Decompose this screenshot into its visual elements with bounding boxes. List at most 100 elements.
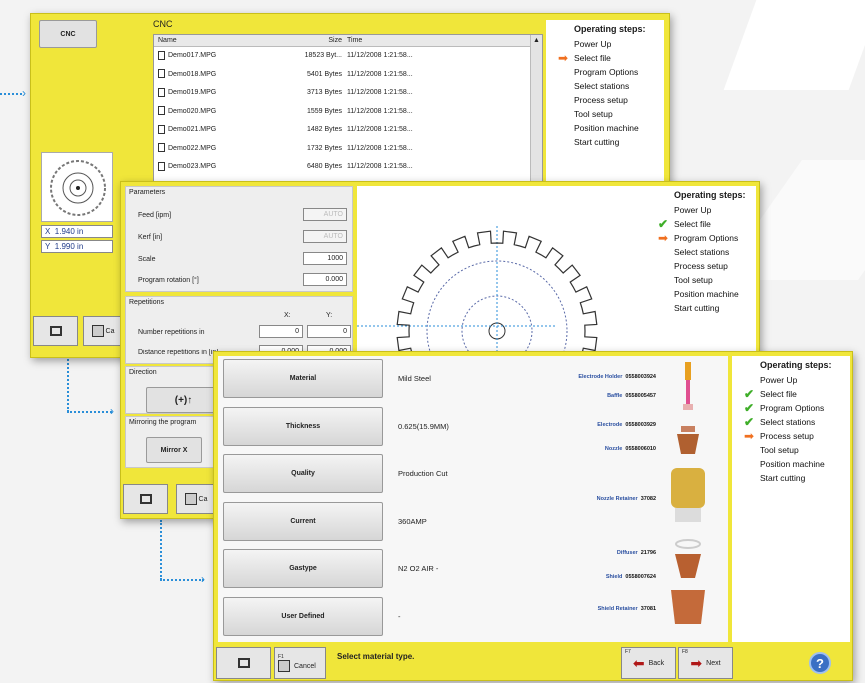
operating-steps-title: Operating steps: <box>574 24 646 34</box>
part-number: 37081 <box>640 606 656 612</box>
step-item: ✔ Program Options <box>742 401 850 415</box>
file-row[interactable]: Demo023.MPG 6480 Bytes 11/12/2008 1:21:58.… <box>154 158 542 177</box>
process-panel: Material Mild Steel Thickness 0.625(15.9MM)… <box>218 356 728 642</box>
document-icon <box>158 143 165 153</box>
feed-label: Feed [ipm] <box>138 212 172 219</box>
setup-value: - <box>398 611 401 621</box>
file-time: 11/12/2008 1:21:58... <box>347 107 413 115</box>
file-time: 11/12/2008 1:21:58... <box>347 144 413 152</box>
direction-button[interactable]: (+)↑ <box>146 387 221 413</box>
setup-button-material[interactable]: Material <box>223 359 383 398</box>
file-row[interactable]: Demo017.MPG 18523 Byt... 11/12/2008 1:21:5… <box>154 47 542 66</box>
step-label: Select stations <box>674 247 730 257</box>
file-row[interactable]: Demo022.MPG 1732 Bytes 11/12/2008 1:21:58.… <box>154 140 542 159</box>
mirror-x-button[interactable]: Mirror X <box>146 437 202 463</box>
check-icon: ✔ <box>743 415 755 429</box>
f8-label: F8 <box>682 649 688 655</box>
file-time: 11/12/2008 1:21:58... <box>347 70 413 78</box>
file-size: 6480 Bytes <box>306 163 342 170</box>
x-label: X <box>45 227 51 236</box>
file-list[interactable]: Name Size Time Demo017.MPG 18523 Byt... 11… <box>153 34 543 184</box>
file-name: Demo021.MPG <box>168 126 217 133</box>
file-row[interactable]: Demo019.MPG 3713 Bytes 11/12/2008 1:21:58.… <box>154 84 542 103</box>
file-size: 1482 Bytes <box>306 126 342 133</box>
gear-preview-icon <box>50 160 106 216</box>
scale-field[interactable]: 1000 <box>303 252 347 265</box>
step-item: Position machine <box>556 121 664 135</box>
file-name: Demo017.MPG <box>168 52 217 59</box>
step-item: ✔ Select stations <box>742 415 850 429</box>
number-repetitions-x-field[interactable]: 0 <box>259 325 303 338</box>
part-label: Electrode Holder 0558003924 <box>578 374 656 380</box>
cancel-icon <box>184 493 197 505</box>
check-icon: ✔ <box>743 387 755 401</box>
column-time[interactable]: Time <box>342 35 432 46</box>
file-name: Demo019.MPG <box>168 89 217 96</box>
setup-button-gastype[interactable]: Gastype <box>223 549 383 588</box>
back-button[interactable]: F7 ⬅ Back <box>621 647 676 679</box>
home-button[interactable] <box>216 647 271 679</box>
scroll-up-icon[interactable]: ▲ <box>531 35 542 47</box>
step-label: Start cutting <box>674 303 720 313</box>
cancel-label: Ca <box>198 495 208 503</box>
file-name: Demo022.MPG <box>168 144 217 152</box>
kerf-field[interactable]: AUTO <box>303 230 347 243</box>
cancel-button[interactable]: Ca <box>176 484 216 514</box>
step-item: ➡ Program Options <box>656 231 756 245</box>
number-repetitions-y-field[interactable]: 0 <box>307 325 351 338</box>
step-label: Program Options <box>574 67 639 77</box>
x-value: 1.940 in <box>54 227 84 236</box>
y-label: Y <box>45 242 51 251</box>
connector-dots <box>0 93 22 95</box>
setup-value: Mild Steel <box>398 374 431 383</box>
cancel-button[interactable]: Ca <box>83 316 123 346</box>
home-icon <box>237 658 250 668</box>
help-button[interactable]: ? <box>794 647 846 679</box>
file-row[interactable]: Demo018.MPG 5401 Bytes 11/12/2008 1:21:58.… <box>154 66 542 85</box>
scrollbar[interactable]: ▲ <box>530 35 542 183</box>
home-button[interactable] <box>123 484 168 514</box>
setup-button-user-defined[interactable]: User Defined <box>223 596 383 636</box>
setup-button-quality[interactable]: Quality <box>223 454 383 493</box>
document-icon <box>158 161 165 171</box>
cancel-button[interactable]: F1 Cancel <box>274 647 326 679</box>
rotation-field[interactable]: 0.000 <box>303 273 347 286</box>
part-number: 0558003924 <box>625 374 656 380</box>
step-item: ✔ Select file <box>742 387 850 401</box>
step-label: Tool setup <box>760 445 799 455</box>
setup-value: Production Cut <box>398 469 448 478</box>
part-name: Nozzle <box>604 446 623 452</box>
document-icon <box>158 50 165 60</box>
step-label: Program Options <box>674 233 739 243</box>
operating-steps-title: Operating steps: <box>674 190 746 200</box>
feed-field[interactable]: AUTO <box>303 208 347 221</box>
setup-button-current[interactable]: Current <box>223 501 383 541</box>
home-button[interactable] <box>33 316 78 346</box>
status-text: Select material type. <box>337 652 415 661</box>
step-item: Position machine <box>742 457 850 471</box>
file-row[interactable]: Demo021.MPG 1482 Bytes 11/12/2008 1:21:58.… <box>154 121 542 140</box>
column-name[interactable]: Name <box>154 35 302 46</box>
setup-value: 360AMP <box>398 516 427 526</box>
home-icon <box>139 494 152 504</box>
step-item: Tool setup <box>556 107 664 121</box>
parameters-section: Parameters Feed [ipm] AUTO Kerf [in] AUT… <box>125 186 353 292</box>
check-icon: ✔ <box>743 401 755 415</box>
next-button[interactable]: F8 ➡ Next <box>678 647 733 679</box>
current-step-arrow-icon: ➡ <box>657 231 669 245</box>
step-label: Power Up <box>674 205 712 215</box>
direction-label: Direction <box>129 369 157 376</box>
x-column-label: X: <box>284 312 291 319</box>
file-time: 11/12/2008 1:21:58... <box>347 89 413 96</box>
connector-dots <box>160 579 204 581</box>
setup-button-thickness[interactable]: Thickness <box>223 406 383 446</box>
part-number: 0558003929 <box>625 422 656 428</box>
connector-arrow-icon: › <box>22 86 26 100</box>
file-row[interactable]: Demo020.MPG 1559 Bytes 11/12/2008 1:21:58.… <box>154 103 542 122</box>
connector-dots <box>67 352 69 412</box>
column-size[interactable]: Size <box>302 35 342 46</box>
step-label: Select file <box>760 389 797 399</box>
cnc-button[interactable]: CNC <box>39 20 97 48</box>
step-item: Tool setup <box>656 273 756 287</box>
step-item: Start cutting <box>656 301 756 315</box>
